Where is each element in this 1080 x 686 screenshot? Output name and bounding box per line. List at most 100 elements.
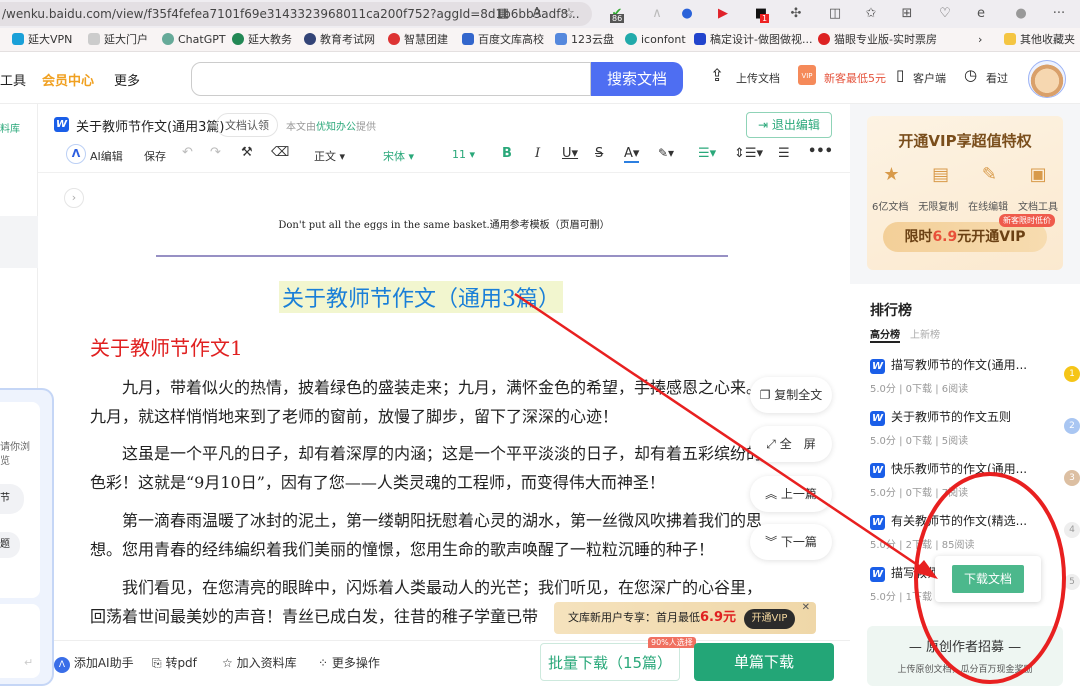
strikethrough-icon[interactable]: S	[595, 146, 603, 161]
read-aloud-icon[interactable]: A	[528, 5, 546, 23]
cta-price: 6.9	[932, 229, 958, 245]
tab-top-rated[interactable]: 高分榜	[870, 326, 900, 343]
extension-badge: 86	[610, 14, 625, 23]
bold-icon[interactable]: B	[502, 146, 512, 161]
bookmark[interactable]: iconfont	[625, 32, 686, 48]
more-tools-icon[interactable]: •••	[808, 144, 833, 159]
bookmark[interactable]: 延大VPN	[12, 32, 72, 48]
client-link[interactable]: 客户端	[913, 70, 946, 86]
reader-icon[interactable]: ▦	[494, 5, 512, 23]
save-button[interactable]: 保存	[144, 148, 166, 164]
paragraph-style-dropdown[interactable]: 正文 ▾	[314, 148, 345, 164]
reads: 85阅读	[941, 540, 975, 551]
bookmark[interactable]: 延大教务	[232, 32, 292, 48]
fullscreen-button[interactable]: ⤢ 全 屏	[750, 426, 832, 462]
downloads: 0下载	[905, 488, 933, 499]
chat-text: 览	[0, 456, 10, 467]
sidebar-active-item[interactable]	[0, 216, 38, 268]
favorites-icon[interactable]: ✩	[862, 5, 880, 23]
close-icon[interactable]: ✕	[802, 592, 810, 624]
ranking-item[interactable]: W 描写教师节的作文(通用... 5.0分 | 0下载 | 6阅读 1	[870, 356, 1080, 395]
ranking-item[interactable]: W 关于教师节的作文五则 5.0分 | 0下载 | 5阅读 2	[870, 408, 1080, 447]
extension-icon[interactable]: ∧	[648, 5, 666, 23]
new-user-promo[interactable]: 新客最低5元	[824, 70, 886, 86]
edge-icon[interactable]: e	[972, 5, 990, 23]
nav-more[interactable]: 更多	[114, 70, 140, 89]
nav-vip-center[interactable]: 会员中心	[42, 70, 94, 89]
tab-new[interactable]: 上新榜	[910, 326, 940, 341]
phone-icon: ▯	[896, 66, 905, 84]
vip-feature: 在线编辑	[968, 202, 1009, 213]
undo-icon[interactable]: ↶	[182, 145, 193, 160]
bookmark[interactable]: 教育考试网	[304, 32, 375, 48]
expand-outline-button[interactable]: ›	[64, 188, 84, 208]
list-icon[interactable]: ☰	[778, 146, 790, 161]
suggestion-chip[interactable]: 节	[0, 484, 24, 514]
more-actions-button[interactable]: ⁘ 更多操作	[318, 654, 380, 671]
library-link[interactable]: 料库	[0, 120, 20, 135]
claim-doc-button[interactable]: 文档认领	[216, 113, 278, 137]
collections-icon[interactable]: ⊞	[898, 5, 916, 23]
next-doc-button[interactable]: ︾ 下一篇	[750, 524, 832, 560]
split-screen-icon[interactable]: ◫	[826, 5, 844, 23]
bookmark[interactable]: 百度文库高校	[462, 32, 544, 48]
bookmark[interactable]: 智慧团建	[388, 32, 448, 48]
upload-link[interactable]: 上传文档	[736, 70, 780, 86]
eraser-icon[interactable]: ⌫	[271, 145, 289, 160]
chat-input[interactable]: ↵	[0, 604, 40, 678]
add-to-library-button[interactable]: ☆ 加入资料库	[222, 654, 297, 671]
ranking-item[interactable]: W 快乐教师节的作文(通用... 5.0分 | 0下载 | 7阅读 3	[870, 460, 1080, 499]
nav-tools[interactable]: 工具	[0, 70, 26, 89]
vip-gift-icon: VIP	[798, 65, 816, 85]
rank-medal-bronze: 3	[1064, 470, 1080, 486]
browser-toolbar: /wenku.baidu.com/view/f35f4fefea7101f69e…	[0, 0, 1080, 28]
add-ai-assistant-button[interactable]: Λ 添加AI助手	[54, 654, 134, 673]
performance-icon[interactable]: ♡	[936, 5, 954, 23]
batch-download-button[interactable]: 批量下载（15篇）	[540, 643, 680, 681]
more-menu-icon[interactable]: ···	[1050, 5, 1068, 23]
vip-promo-banner[interactable]: 文库新用户专享：首月最低6.9元 开通VIP ✕	[554, 602, 816, 634]
redo-icon[interactable]: ↷	[210, 145, 221, 160]
history-link[interactable]: 看过	[986, 70, 1008, 86]
italic-icon[interactable]: I	[535, 146, 540, 161]
align-icon[interactable]: ☰▾	[698, 146, 716, 161]
exit-edit-button[interactable]: ⇥ 退出编辑	[746, 112, 832, 138]
author-recruit-card[interactable]: — 原创作者招募 — 上传原创文档，瓜分百万现金奖励	[867, 626, 1063, 686]
favorite-star-icon[interactable]: ☆	[560, 5, 578, 23]
extension-icon[interactable]: ●	[678, 5, 696, 23]
search-button[interactable]: 搜索文档	[591, 62, 683, 96]
youtube-icon[interactable]: ▶	[714, 5, 732, 23]
extensions-puzzle-icon[interactable]: ✣	[787, 5, 805, 23]
font-color-icon[interactable]: A▾	[624, 146, 640, 163]
bookmark[interactable]: ChatGPT	[162, 32, 226, 48]
ai-edit-button[interactable]: AI编辑	[90, 148, 123, 164]
bookmark-label: 延大门户	[104, 33, 148, 46]
profile-icon[interactable]: ●	[1012, 5, 1030, 23]
bookmark[interactable]: 猫眼专业版-实时票房	[818, 32, 937, 48]
library-label: 加入资料库	[236, 656, 297, 670]
copy-all-button[interactable]: ❐ 复制全文	[750, 377, 832, 413]
format-painter-icon[interactable]: ⚒	[241, 145, 253, 160]
single-download-button[interactable]: 单篇下载	[694, 643, 834, 681]
exit-edit-label: 退出编辑	[771, 118, 820, 132]
open-vip-button[interactable]: 开通VIP	[743, 609, 796, 629]
chevron-right-icon[interactable]: ›	[978, 32, 982, 48]
bookmark[interactable]: 123云盘	[555, 32, 614, 48]
paragraph: 这虽是一个平凡的日子，却有着深厚的内涵；这是一个平平淡淡的日子，却有着五彩缤纷的…	[90, 444, 763, 492]
to-pdf-button[interactable]: ⎘ 转pdf	[152, 654, 197, 671]
line-spacing-icon[interactable]: ⇕☰▾	[734, 146, 763, 161]
search-input[interactable]	[191, 62, 591, 96]
font-dropdown[interactable]: 宋体 ▾	[383, 148, 414, 164]
highlight-icon[interactable]: ✎▾	[658, 146, 674, 160]
font-size-dropdown[interactable]: 11 ▾	[452, 148, 475, 161]
avatar[interactable]	[1028, 60, 1066, 98]
bookmark[interactable]: 稿定设计-做图做视...	[694, 32, 812, 48]
provider-name[interactable]: 优知办公	[316, 122, 356, 133]
ranking-item[interactable]: W 有关教师节的作文(精选... 5.0分 | 2下载 | 85阅读 4	[870, 512, 1080, 551]
previous-doc-button[interactable]: ︽ 上一篇	[750, 476, 832, 512]
download-doc-button[interactable]: 下载文档	[952, 565, 1024, 593]
other-bookmarks[interactable]: 其他收藏夹	[1004, 32, 1075, 48]
bookmark[interactable]: 延大门户	[88, 32, 148, 48]
underline-icon[interactable]: U▾	[562, 146, 578, 161]
suggestion-chip[interactable]: 题	[0, 532, 20, 558]
